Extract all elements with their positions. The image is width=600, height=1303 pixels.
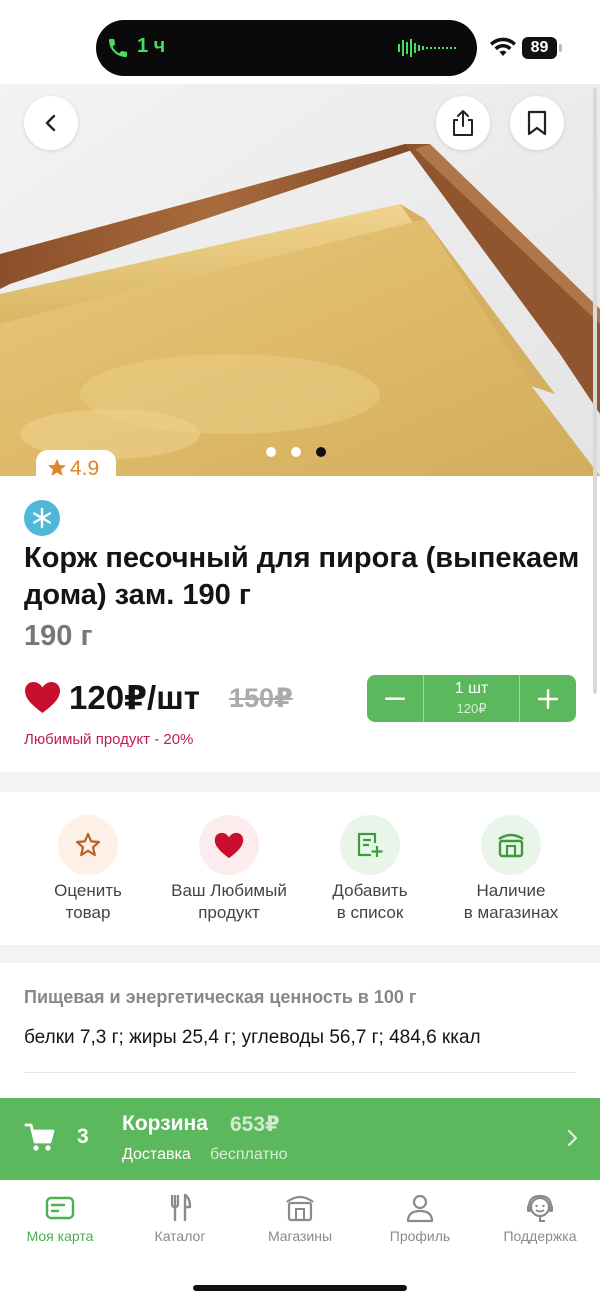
- quantity-value: 1 шт: [454, 680, 489, 697]
- share-button[interactable]: [436, 96, 490, 150]
- store-label: Наличие в магазинах: [441, 880, 581, 924]
- star-outline-icon: [75, 832, 101, 857]
- rate-circle: [58, 815, 118, 875]
- scroll-indicator[interactable]: [593, 88, 597, 694]
- store-label-line1: Наличие: [476, 881, 546, 900]
- product-title: Корж песочный для пирога (выпекаем дома)…: [24, 542, 580, 611]
- delivery-value: бесплатно: [210, 1146, 288, 1163]
- tab-label: Каталог: [154, 1228, 206, 1244]
- heart-icon: [214, 832, 244, 858]
- favorite-discount-note: Любимый продукт - 20%: [24, 731, 194, 748]
- favorite-label-line2: продукт: [198, 903, 260, 922]
- bookmark-icon: [527, 110, 547, 136]
- wifi-icon: [490, 37, 516, 56]
- section-divider: [0, 945, 600, 963]
- phone-icon: [109, 39, 127, 57]
- product-page: 1 ч 89 4.9 Корж песочный для пирога (вып…: [0, 0, 600, 1303]
- cutlery-icon: [170, 1193, 192, 1221]
- star-icon: [48, 459, 66, 476]
- chevron-left-icon: [45, 114, 56, 132]
- gallery-dot[interactable]: [266, 447, 276, 457]
- product-price: 120₽/шт: [69, 679, 200, 716]
- status-bar: 1 ч 89: [0, 0, 600, 84]
- favorite-circle: [199, 815, 259, 875]
- tab-label: Поддержка: [503, 1228, 577, 1244]
- increase-quantity-button[interactable]: [520, 675, 576, 722]
- tab-label: Магазины: [267, 1228, 333, 1244]
- nutrition-divider: [24, 1072, 576, 1073]
- gallery-pagination: [266, 446, 336, 458]
- cart-icon: [24, 1123, 55, 1151]
- minus-icon: [385, 697, 405, 700]
- battery-level: 89: [530, 39, 549, 56]
- cart-count: 3: [77, 1125, 89, 1148]
- add-to-list-icon: [357, 832, 383, 857]
- waveform-icon: [398, 39, 456, 57]
- add-to-list-label-line2: в список: [336, 903, 404, 922]
- home-indicator[interactable]: [193, 1285, 407, 1291]
- plus-icon: [538, 688, 558, 709]
- battery-icon: 89: [522, 37, 562, 59]
- share-icon: [453, 110, 473, 136]
- decrease-quantity-button[interactable]: [367, 675, 423, 722]
- quantity-subtotal: 120₽: [456, 701, 487, 716]
- rate-label-line2: товар: [65, 903, 111, 922]
- back-button[interactable]: [24, 96, 78, 150]
- card-icon: [45, 1196, 75, 1220]
- section-divider: [0, 772, 600, 792]
- snowflake-icon: [24, 500, 60, 536]
- nutrition-values: белки 7,3 г; жиры 25,4 г; углеводы 56,7 …: [24, 1027, 481, 1048]
- rate-label: Оценить товар: [18, 880, 158, 924]
- add-to-list-label-line1: Добавить: [332, 881, 408, 900]
- store-label-line2: в магазинах: [463, 903, 559, 922]
- cart-bar[interactable]: 3 Корзина 653₽ Доставка бесплатно: [0, 1098, 600, 1180]
- store-icon: [498, 833, 524, 858]
- cart-label: Корзина: [122, 1112, 208, 1135]
- quantity-stepper: 1 шт 120₽: [367, 675, 576, 722]
- tab-label: Профиль: [389, 1228, 451, 1244]
- delivery-label: Доставка: [122, 1146, 191, 1163]
- person-icon: [406, 1194, 434, 1223]
- rating-value: 4.9: [70, 457, 100, 480]
- rate-label-line1: Оценить: [54, 881, 122, 900]
- shop-icon: [286, 1195, 314, 1222]
- favorite-label-line1: Ваш Любимый: [171, 881, 287, 900]
- nutrition-title: Пищевая и энергетическая ценность в 100 …: [24, 987, 417, 1007]
- heart-icon: [25, 682, 60, 713]
- tart-shell-photo: [0, 84, 600, 476]
- chevron-right-icon: [567, 1129, 578, 1147]
- old-price: 150₽: [229, 683, 293, 713]
- call-duration: 1 ч: [137, 35, 166, 57]
- favorite-label: Ваш Любимый продукт: [159, 880, 299, 924]
- add-to-list-circle: [340, 815, 400, 875]
- gallery-dot-active[interactable]: [316, 447, 326, 457]
- battery-cap: [559, 44, 562, 52]
- product-weight: 190 г: [24, 620, 93, 652]
- gallery-dot[interactable]: [291, 447, 301, 457]
- tab-label: Моя карта: [26, 1228, 94, 1244]
- add-to-list-label: Добавить в список: [300, 880, 440, 924]
- bookmark-button[interactable]: [510, 96, 564, 150]
- support-icon: [527, 1194, 553, 1222]
- product-image[interactable]: [0, 84, 600, 476]
- cart-total: 653₽: [230, 1113, 280, 1136]
- store-circle: [481, 815, 541, 875]
